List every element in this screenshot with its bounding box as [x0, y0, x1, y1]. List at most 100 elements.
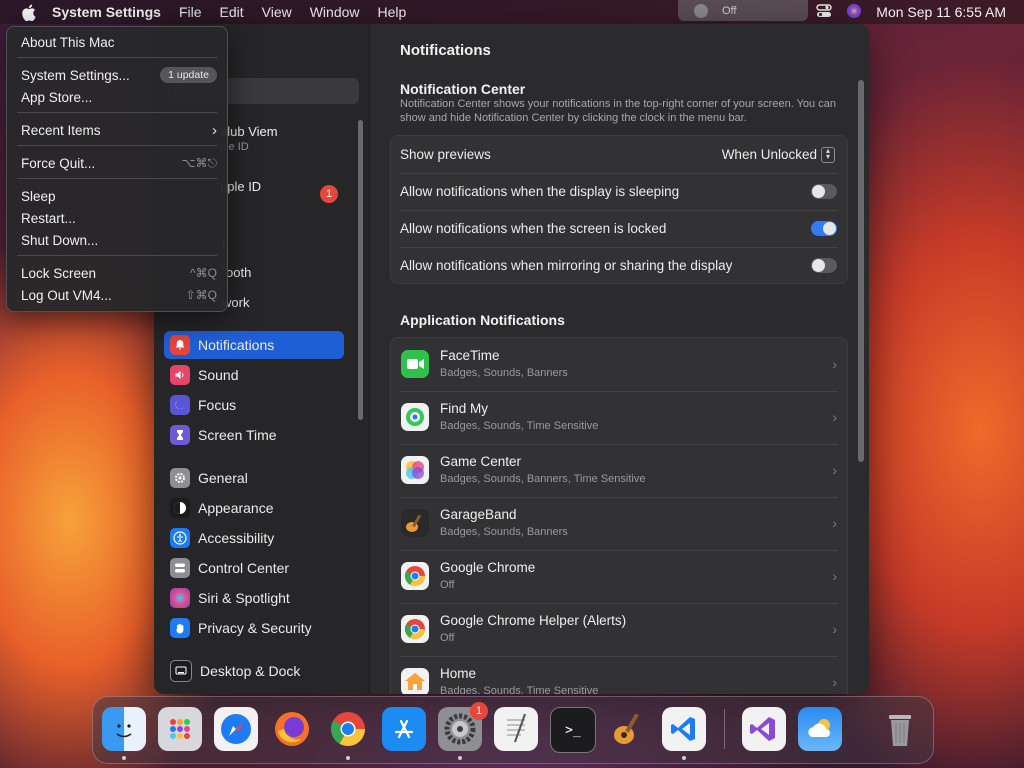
page-title: Notifications — [400, 42, 491, 59]
app-sub: Badges, Sounds, Banners — [440, 526, 568, 538]
menu-separator — [17, 57, 217, 58]
sidebar-item-screen-time[interactable]: Screen Time — [164, 421, 344, 449]
sidebar-item-focus[interactable]: Focus — [164, 391, 344, 419]
focus-icon — [694, 3, 708, 18]
app-row-garageband[interactable]: GarageBand Badges, Sounds, Banners › — [391, 497, 847, 550]
app-store-icon[interactable] — [382, 707, 426, 751]
sidebar-item-appearance[interactable]: Appearance — [164, 494, 344, 522]
mirroring-toggle[interactable] — [811, 258, 837, 273]
control-center-icon — [170, 558, 190, 578]
sidebar-scrollbar[interactable] — [358, 120, 363, 420]
terminal-icon[interactable]: >_ — [550, 707, 596, 753]
app-row-find-my[interactable]: Find My Badges, Sounds, Time Sensitive › — [391, 391, 847, 444]
content-scrollbar[interactable] — [858, 80, 864, 462]
menu-item-label: Restart... — [21, 210, 76, 226]
chevron-right-icon: › — [832, 674, 837, 690]
show-previews-label: Show previews — [400, 147, 491, 162]
sidebar-item-bluetooth[interactable]: ooth — [226, 265, 251, 280]
menu-item-force-quit[interactable]: Force Quit... ⌥⌘⎋ — [21, 153, 217, 173]
clock-datetime[interactable]: Mon Sep 11 6:55 AM — [876, 4, 1006, 20]
menu-app-name[interactable]: System Settings — [52, 4, 161, 20]
hourglass-icon — [170, 425, 190, 445]
menu-item-recent-items[interactable]: Recent Items › — [21, 120, 217, 140]
trash-icon[interactable] — [878, 707, 922, 751]
menu-help[interactable]: Help — [378, 4, 407, 20]
menu-bar: System Settings File Edit View Window He… — [0, 0, 1024, 24]
menu-item-sleep[interactable]: Sleep — [21, 186, 217, 206]
chrome-icon[interactable] — [326, 707, 370, 751]
dock: 1 >_ — [92, 696, 934, 764]
chevron-right-icon: › — [832, 462, 837, 478]
gear-icon — [170, 468, 190, 488]
menu-item-lock-screen[interactable]: Lock Screen ^⌘Q — [21, 263, 217, 283]
profile-entry[interactable]: alub Viem ple ID — [220, 124, 278, 153]
notification-center-description: Notification Center shows your notificat… — [400, 98, 836, 124]
sidebar-item-label: General — [198, 470, 248, 486]
running-indicator — [122, 756, 126, 760]
menu-item-log-out[interactable]: Log Out VM4... ⇧⌘Q — [21, 285, 217, 305]
menu-file[interactable]: File — [179, 4, 202, 20]
apple-logo-icon[interactable] — [18, 2, 38, 22]
app-row-home[interactable]: Home Badges, Sounds, Time Sensitive › — [391, 656, 847, 694]
sidebar-item-sound[interactable]: Sound — [164, 361, 344, 389]
app-notifications-list: FaceTime Badges, Sounds, Banners › Find … — [390, 337, 848, 694]
menu-item-label: Shut Down... — [21, 232, 99, 248]
chevron-right-icon: › — [212, 121, 217, 139]
sidebar-item-accessibility[interactable]: Accessibility — [164, 524, 344, 552]
sidebar-item-desktop-dock[interactable]: Desktop & Dock — [164, 657, 344, 685]
menu-item-about[interactable]: About This Mac — [21, 32, 217, 52]
app-sub: Badges, Sounds, Banners — [440, 367, 568, 379]
weather-icon[interactable] — [798, 707, 842, 751]
app-row-google-chrome[interactable]: Google Chrome Off › — [391, 550, 847, 603]
menu-item-system-settings[interactable]: System Settings... 1 update — [21, 65, 217, 85]
finder-icon[interactable] — [102, 707, 146, 751]
accessibility-icon — [170, 528, 190, 548]
update-badge: 1 update — [160, 67, 217, 83]
sidebar-item-label: Appearance — [198, 500, 274, 516]
menu-separator — [17, 112, 217, 113]
sidebar-item-notifications[interactable]: Notifications — [164, 331, 344, 359]
app-sub: Off — [440, 579, 455, 591]
app-sub: Badges, Sounds, Time Sensitive — [440, 685, 599, 694]
firefox-icon[interactable] — [270, 707, 314, 751]
sidebar-item-label: Focus — [198, 397, 237, 413]
menu-item-restart[interactable]: Restart... — [21, 208, 217, 228]
sidebar-item-control-center[interactable]: Control Center — [164, 554, 344, 582]
chevron-right-icon: › — [832, 568, 837, 584]
safari-icon[interactable] — [214, 707, 258, 751]
show-previews-select[interactable]: When Unlocked ▴ ▾ — [722, 146, 835, 163]
screen-locked-toggle[interactable] — [811, 221, 837, 236]
siri-icon[interactable] — [846, 3, 862, 22]
menu-item-app-store[interactable]: App Store... — [21, 87, 217, 107]
show-previews-row: Show previews When Unlocked ▴ ▾ — [391, 136, 847, 173]
textedit-icon[interactable] — [494, 707, 538, 751]
sidebar-item-siri-spotlight[interactable]: Siri & Spotlight — [164, 584, 344, 612]
app-name: FaceTime — [440, 348, 500, 363]
running-indicator — [346, 756, 350, 760]
screen-locked-label: Allow notifications when the screen is l… — [400, 221, 667, 236]
menu-window[interactable]: Window — [310, 4, 360, 20]
desktop-icon — [170, 660, 192, 682]
focus-status-pill[interactable]: Off — [678, 0, 808, 21]
visual-studio-icon[interactable] — [742, 707, 786, 751]
sidebar-item-label: Control Center — [198, 560, 290, 576]
menu-item-shut-down[interactable]: Shut Down... — [21, 230, 217, 250]
profile-name: alub Viem — [220, 124, 278, 139]
garageband-icon[interactable] — [606, 707, 650, 751]
display-sleeping-toggle[interactable] — [811, 184, 837, 199]
control-center-icon[interactable] — [816, 3, 832, 21]
sidebar-item-privacy-security[interactable]: Privacy & Security — [164, 614, 344, 642]
chrome-icon — [401, 562, 429, 590]
launchpad-icon[interactable] — [158, 707, 202, 751]
chevron-updown-icon: ▴ ▾ — [821, 146, 835, 163]
sidebar-item-label: Screen Time — [198, 427, 277, 443]
app-row-chrome-helper[interactable]: Google Chrome Helper (Alerts) Off › — [391, 603, 847, 656]
app-row-game-center[interactable]: Game Center Badges, Sounds, Banners, Tim… — [391, 444, 847, 497]
menu-edit[interactable]: Edit — [220, 4, 244, 20]
sidebar-item-general[interactable]: General — [164, 464, 344, 492]
menu-item-label: Force Quit... — [21, 155, 96, 171]
app-row-facetime[interactable]: FaceTime Badges, Sounds, Banners › — [391, 338, 847, 391]
vscode-icon[interactable] — [662, 707, 706, 751]
menu-view[interactable]: View — [262, 4, 292, 20]
focus-status-text: Off — [722, 4, 737, 17]
